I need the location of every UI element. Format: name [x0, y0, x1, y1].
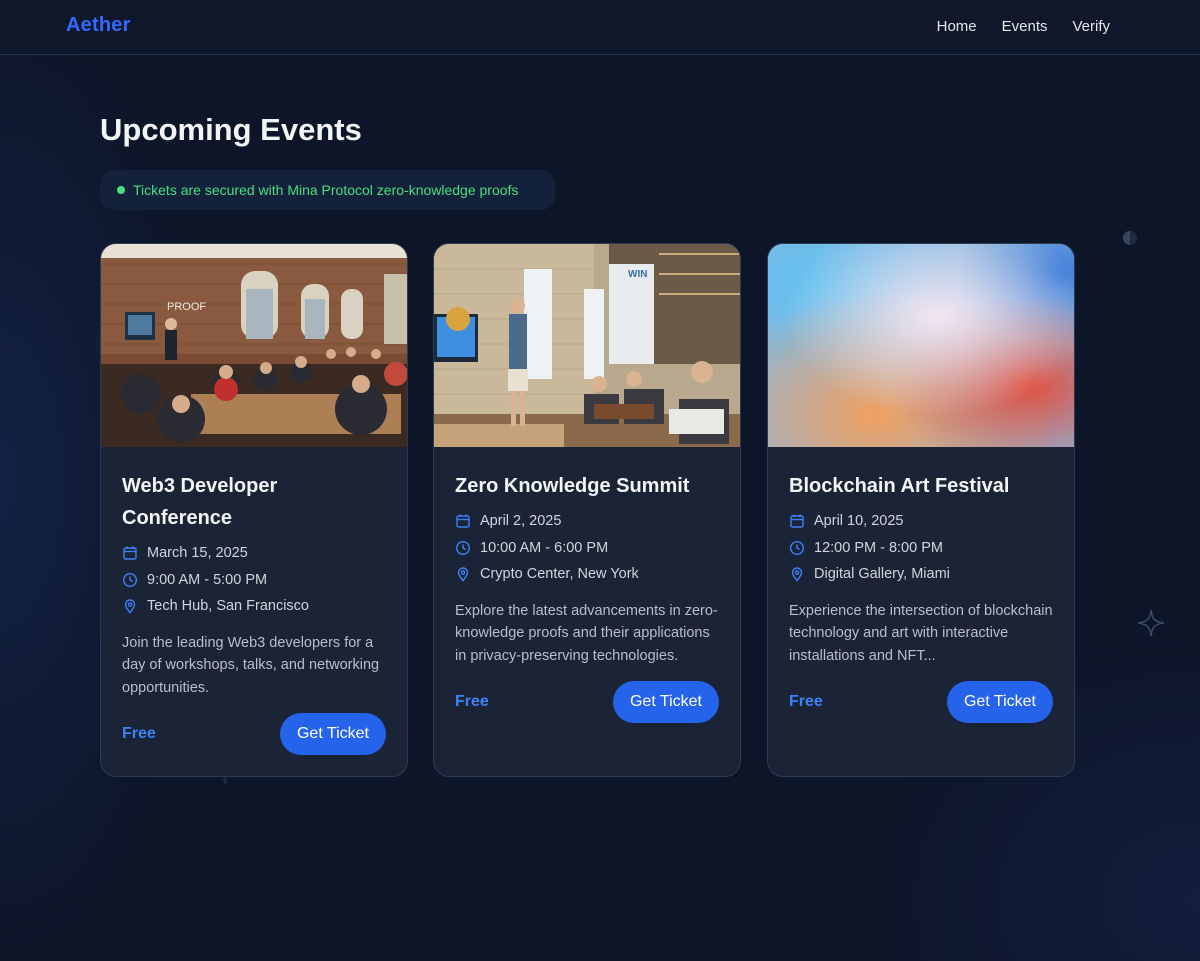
- event-location: Digital Gallery, Miami: [814, 566, 950, 583]
- event-title: Zero Knowledge Summit: [455, 475, 690, 497]
- event-meta: April 2, 2025 10:00 AM - 6:00 PM Crypto …: [455, 508, 725, 588]
- calendar-icon: [123, 546, 137, 560]
- event-date-row: March 15, 2025: [122, 540, 392, 567]
- event-location-row: Digital Gallery, Miami: [789, 561, 1059, 588]
- event-card-body: Web3 Developer Conference March 15, 2025…: [122, 470, 392, 699]
- event-time-row: 9:00 AM - 5:00 PM: [122, 567, 392, 594]
- event-title: Blockchain Art Festival: [789, 475, 1010, 497]
- clock-icon: [122, 572, 138, 587]
- event-image-abstract-art: [768, 244, 1074, 447]
- event-date: April 2, 2025: [480, 513, 562, 530]
- event-location-row: Tech Hub, San Francisco: [122, 593, 392, 620]
- event-date-row: April 10, 2025: [789, 508, 1059, 535]
- get-ticket-button[interactable]: Get Ticket: [279, 713, 386, 755]
- nav-link-verify[interactable]: Verify: [1072, 18, 1110, 35]
- event-meta: March 15, 2025 9:00 AM - 5:00 PM Tech Hu…: [122, 540, 392, 620]
- event-image-speaker-office: WIN: [434, 244, 740, 447]
- get-ticket-button[interactable]: Get Ticket: [612, 681, 719, 723]
- event-date-row: April 2, 2025: [455, 508, 725, 535]
- event-meta: April 10, 2025 12:00 PM - 8:00 PM Digita…: [789, 508, 1059, 588]
- nav-links: Home Events Verify: [937, 18, 1110, 35]
- calendar-icon: [456, 514, 470, 528]
- notice-text: Tickets are secured with Mina Protocol z…: [133, 182, 519, 198]
- event-time-row: 10:00 AM - 6:00 PM: [455, 535, 725, 562]
- event-price: Free: [789, 693, 823, 710]
- nav-link-home[interactable]: Home: [937, 18, 977, 35]
- page-title: Upcoming Events: [100, 112, 362, 147]
- calendar-icon: [790, 514, 804, 528]
- event-card-body: Zero Knowledge Summit April 2, 2025 10:0…: [455, 470, 725, 667]
- event-description: Experience the intersection of blockchai…: [789, 602, 1053, 664]
- svg-text:PROOF: PROOF: [167, 301, 206, 313]
- event-card-footer: Free Get Ticket: [455, 681, 719, 723]
- event-card: PROOF Web3 Developer Conference March 15…: [100, 243, 408, 777]
- event-card-footer: Free Get Ticket: [122, 713, 386, 755]
- sparkle-decoration: [1137, 609, 1165, 637]
- event-date: April 10, 2025: [814, 513, 904, 530]
- event-card: Blockchain Art Festival April 10, 2025 1…: [767, 243, 1075, 777]
- clock-icon: [455, 540, 471, 555]
- get-ticket-button[interactable]: Get Ticket: [946, 681, 1053, 723]
- event-location-row: Crypto Center, New York: [455, 561, 725, 588]
- event-card: WIN Zero Knowledge Summit April 2, 2025 …: [433, 243, 741, 777]
- svg-text:WIN: WIN: [628, 269, 647, 280]
- zk-proof-notice: Tickets are secured with Mina Protocol z…: [100, 170, 555, 210]
- nav-link-events[interactable]: Events: [1002, 18, 1048, 35]
- event-location: Tech Hub, San Francisco: [147, 598, 309, 615]
- half-moon-decoration: [1123, 231, 1137, 245]
- event-price: Free: [122, 725, 156, 742]
- top-nav: Aether Home Events Verify: [0, 0, 1200, 55]
- event-card-footer: Free Get Ticket: [789, 681, 1053, 723]
- event-time: 10:00 AM - 6:00 PM: [480, 539, 609, 556]
- map-pin-icon: [791, 567, 803, 582]
- map-pin-icon: [457, 567, 469, 582]
- event-date: March 15, 2025: [147, 545, 248, 562]
- event-title: Web3 Developer Conference: [122, 475, 278, 529]
- event-image-conference-room: PROOF: [101, 244, 407, 447]
- status-dot-icon: [117, 186, 125, 194]
- event-description: Join the leading Web3 developers for a d…: [122, 634, 380, 696]
- event-time-row: 12:00 PM - 8:00 PM: [789, 535, 1059, 562]
- event-card-body: Blockchain Art Festival April 10, 2025 1…: [789, 470, 1059, 667]
- brand-logo[interactable]: Aether: [66, 14, 131, 37]
- map-pin-icon: [124, 599, 136, 614]
- event-price: Free: [455, 693, 489, 710]
- clock-icon: [789, 540, 805, 555]
- event-location: Crypto Center, New York: [480, 566, 639, 583]
- event-description: Explore the latest advancements in zero-…: [455, 602, 718, 664]
- event-time: 9:00 AM - 5:00 PM: [147, 571, 268, 588]
- event-time: 12:00 PM - 8:00 PM: [814, 539, 943, 556]
